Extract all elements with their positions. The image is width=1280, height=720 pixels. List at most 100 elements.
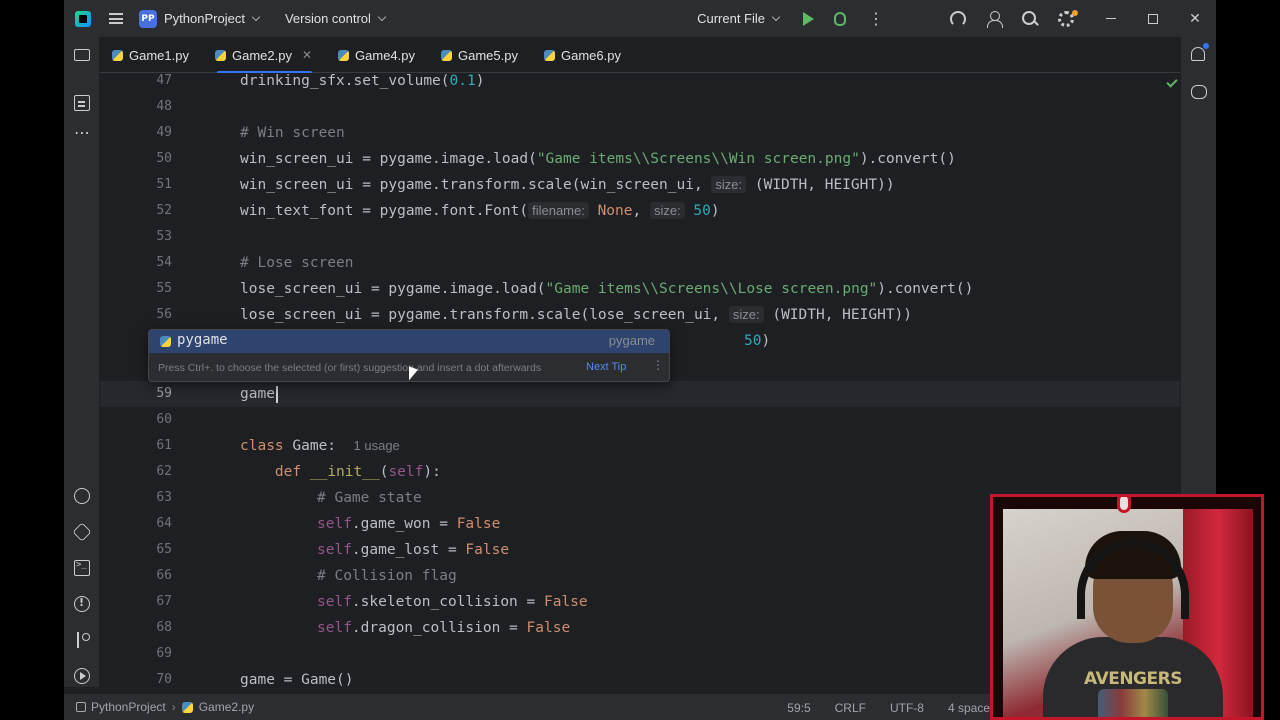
code-keyword: False [465, 542, 510, 558]
tab-game4[interactable]: Game4.py [326, 37, 429, 73]
line-number: 60 [156, 412, 172, 427]
services-icon[interactable] [72, 522, 92, 542]
code-text: drinking_sfx.set_volume( [240, 73, 450, 89]
gear-icon[interactable] [1058, 9, 1078, 27]
run-config-selector[interactable]: Current File [697, 11, 781, 26]
tab-label: Game4.py [355, 47, 416, 63]
code-line-52: win_text_font = pygame.font.Font(filenam… [240, 198, 720, 224]
tab-label: Game6.py [561, 47, 621, 63]
code-line-66: # Collision flag [317, 568, 457, 584]
debug-icon[interactable] [834, 11, 846, 26]
no-problems-check-icon[interactable] [1166, 76, 1178, 88]
code-line-56: lose_screen_ui = pygame.transform.scale(… [240, 302, 912, 328]
code-self: self [317, 620, 352, 636]
terminal-icon[interactable] [74, 560, 90, 576]
python-packages-icon[interactable] [74, 488, 90, 504]
code-line-64: self.game_won = False [317, 511, 500, 537]
python-file-icon [214, 49, 226, 61]
git-icon[interactable] [74, 632, 90, 648]
microphone-icon [1117, 497, 1131, 513]
line-number: 55 [156, 281, 172, 296]
shirt-art [1098, 689, 1168, 717]
tab-game6[interactable]: Game6.py [532, 37, 635, 73]
code-text: win_screen_ui = pygame.image.load( [240, 151, 537, 167]
code-text: (WIDTH, HEIGHT)) [746, 177, 895, 193]
close-tab-icon[interactable]: ✕ [302, 48, 312, 62]
line-separator[interactable]: CRLF [835, 701, 866, 715]
code-number: 50 [684, 203, 711, 219]
indent-setting[interactable]: 4 spaces [948, 701, 996, 715]
version-control-menu[interactable]: Version control [284, 11, 387, 26]
code-text: win_screen_ui = pygame.transform.scale(w… [240, 177, 712, 193]
code-line-70: game = Game() [240, 672, 354, 687]
line-number: 67 [156, 594, 172, 609]
file-encoding[interactable]: UTF-8 [890, 701, 924, 715]
run-icon[interactable] [803, 11, 814, 26]
code-keyword: class [240, 438, 284, 454]
ai-assistant-icon[interactable] [950, 10, 966, 27]
code-text: (WIDTH, HEIGHT)) [763, 307, 913, 323]
more-actions-icon[interactable]: ⋮ [868, 10, 884, 27]
chevron-down-icon [251, 12, 261, 22]
close-window-button[interactable]: ✕ [1174, 0, 1216, 37]
structure-icon[interactable] [74, 95, 90, 111]
python-file-icon [338, 49, 350, 61]
title-bar: PP PythonProject Version control Current… [64, 0, 1216, 37]
code-line-50: win_screen_ui = pygame.image.load("Game … [240, 146, 956, 172]
text-caret [275, 385, 278, 403]
run-tool-icon[interactable] [74, 668, 90, 684]
breadcrumb-separator-icon: › [171, 700, 176, 714]
code-keyword: False [526, 620, 571, 636]
minimize-button[interactable] [1090, 0, 1132, 37]
next-tip-link[interactable]: Next Tip [586, 361, 626, 373]
completion-item-pygame[interactable]: pygame pygame [149, 330, 669, 353]
code-line-65: self.game_lost = False [317, 537, 509, 563]
code-line-68: self.dragon_collision = False [317, 615, 570, 641]
code-function: __init__ [309, 464, 380, 480]
code-text: , [632, 203, 650, 219]
line-number: 54 [156, 255, 172, 270]
breadcrumb-file[interactable]: Game2.py [199, 700, 254, 714]
code-self: self [317, 594, 352, 610]
project-selector[interactable]: PythonProject [164, 11, 261, 26]
usage-hint[interactable]: 1 usage [354, 438, 400, 453]
code-keyword: def [274, 464, 302, 480]
more-tools-icon[interactable]: ⋯ [74, 125, 90, 141]
code-string: "Game items\\Screens\\Lose screen.png" [545, 281, 878, 297]
project-folder-icon[interactable] [74, 49, 90, 61]
code-text: .game_lost = [351, 542, 466, 558]
pycharm-logo-icon [75, 10, 91, 27]
tab-game2[interactable]: Game2.py ✕ [203, 37, 326, 74]
ai-chat-icon[interactable] [1191, 85, 1207, 99]
code-string: "Game items\\Screens\\Win screen.png" [536, 151, 860, 167]
problems-icon[interactable] [74, 596, 90, 612]
version-control-label: Version control [284, 11, 371, 26]
project-icon [76, 702, 86, 712]
notifications-icon[interactable] [1191, 43, 1209, 61]
code-line-62: def __init__(self): [240, 459, 441, 485]
line-number: 50 [156, 151, 172, 166]
code-text: .skeleton_collision = [351, 594, 544, 610]
main-menu-icon[interactable] [109, 13, 123, 24]
code-text: lose_screen_ui = pygame.image.load( [240, 281, 546, 297]
tab-game5[interactable]: Game5.py [429, 37, 532, 73]
code-number: 0.1 [449, 73, 476, 89]
code-self: self [317, 516, 352, 532]
completion-options-icon[interactable]: ⋮ [652, 359, 664, 371]
project-badge[interactable]: PP [139, 9, 157, 28]
completion-item-type: pygame [608, 333, 655, 348]
maximize-button[interactable] [1132, 0, 1174, 37]
tab-label: Game5.py [458, 47, 518, 63]
python-file-icon [112, 49, 123, 61]
completion-rest-text: game [193, 332, 228, 348]
line-number: 70 [156, 672, 172, 687]
code-text: ).convert() [859, 151, 956, 167]
code-line-63: # Game state [317, 490, 422, 506]
breadcrumb-project[interactable]: PythonProject [91, 700, 166, 714]
code-with-me-icon[interactable] [986, 10, 1003, 28]
search-icon[interactable] [1022, 10, 1038, 27]
completion-match-text: py [177, 332, 194, 348]
caret-position[interactable]: 59:5 [787, 701, 810, 715]
tab-game1[interactable]: Game1.py [100, 37, 203, 73]
line-number: 64 [156, 516, 172, 531]
